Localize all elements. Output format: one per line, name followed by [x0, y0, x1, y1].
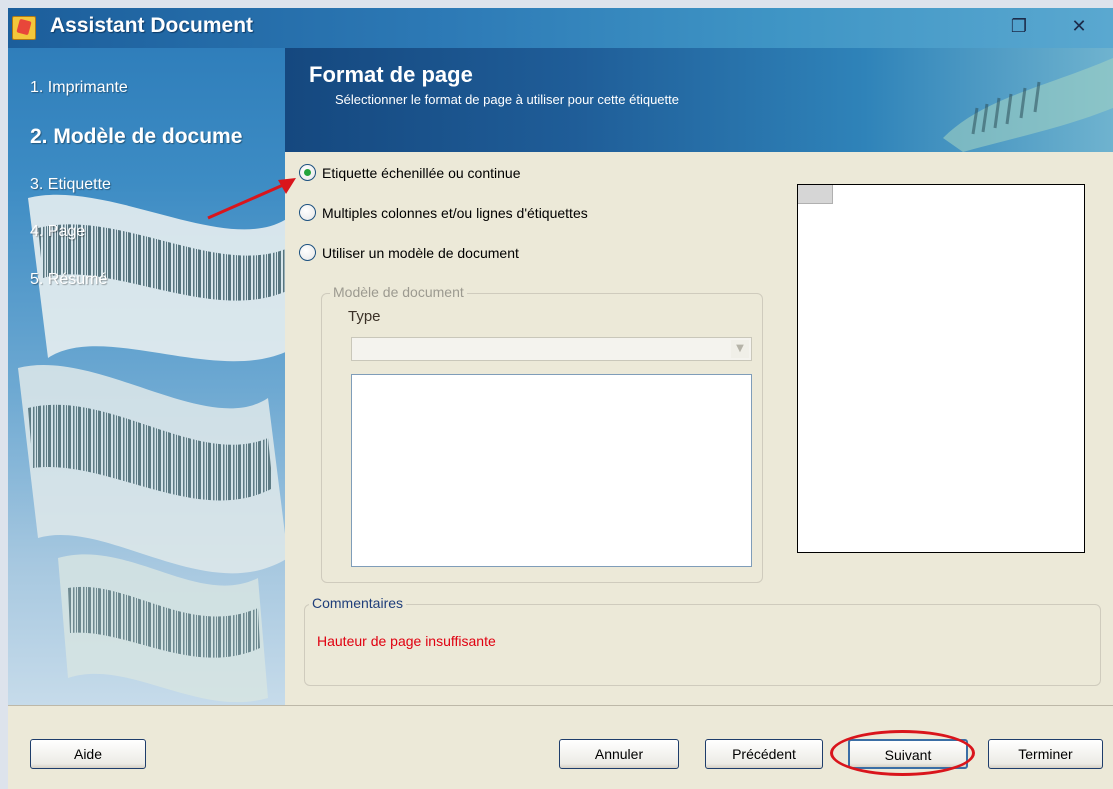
type-select[interactable]: ▼: [351, 337, 752, 361]
wizard-side-banner: [8, 8, 285, 705]
step-imprimante: 1. Imprimante: [30, 79, 128, 96]
step-modele-de-document: 2. Modèle de docume: [30, 125, 243, 148]
app-icon: [12, 16, 36, 40]
option-continuous-label[interactable]: Etiquette échenillée ou continue: [299, 164, 520, 181]
help-button[interactable]: Aide: [30, 739, 146, 769]
option-multiple-columns[interactable]: Multiples colonnes et/ou lignes d'étique…: [299, 204, 588, 221]
template-list[interactable]: [351, 374, 752, 567]
cancel-button[interactable]: Annuler: [559, 739, 679, 769]
option-continuous-text: Etiquette échenillée ou continue: [322, 164, 521, 181]
step-page: 4. Page: [30, 223, 86, 240]
close-icon[interactable]: ✕: [1068, 16, 1090, 38]
page-header: Format de page Sélectionner le format de…: [285, 48, 1113, 152]
wizard-window: Assistant Document ❐ ✕ 1. Imprimante 2. …: [8, 8, 1113, 789]
option-use-template[interactable]: Utiliser un modèle de document: [299, 244, 519, 261]
radio-unchecked-icon[interactable]: [299, 244, 316, 261]
previous-button[interactable]: Précédent: [705, 739, 823, 769]
step-resume: 5. Résumé: [30, 271, 108, 288]
template-group-legend: Modèle de document: [330, 284, 467, 300]
comments-legend: Commentaires: [309, 595, 407, 611]
step-etiquette: 3. Etiquette: [30, 176, 111, 193]
red-arrow-annotation: [207, 178, 296, 220]
comment-message: Hauteur de page insuffisante: [317, 633, 496, 649]
page-title: Format de page: [309, 62, 473, 87]
chevron-down-icon[interactable]: ▼: [731, 340, 749, 358]
red-ellipse-annotation: [830, 730, 975, 776]
title-bar[interactable]: Assistant Document ❐ ✕: [8, 8, 1113, 48]
finish-button[interactable]: Terminer: [988, 739, 1103, 769]
restore-icon[interactable]: ❐: [1008, 16, 1030, 38]
header-barcode-decoration: [943, 58, 1113, 152]
window-title: Assistant Document: [50, 14, 254, 37]
option-use-template-text: Utiliser un modèle de document: [322, 244, 519, 261]
page-subtitle: Sélectionner le format de page à utilise…: [335, 92, 679, 107]
page-preview: [797, 184, 1085, 553]
type-label: Type: [348, 308, 381, 325]
option-multiple-columns-text: Multiples colonnes et/ou lignes d'étique…: [322, 204, 588, 221]
label-preview-shape: [798, 185, 833, 204]
